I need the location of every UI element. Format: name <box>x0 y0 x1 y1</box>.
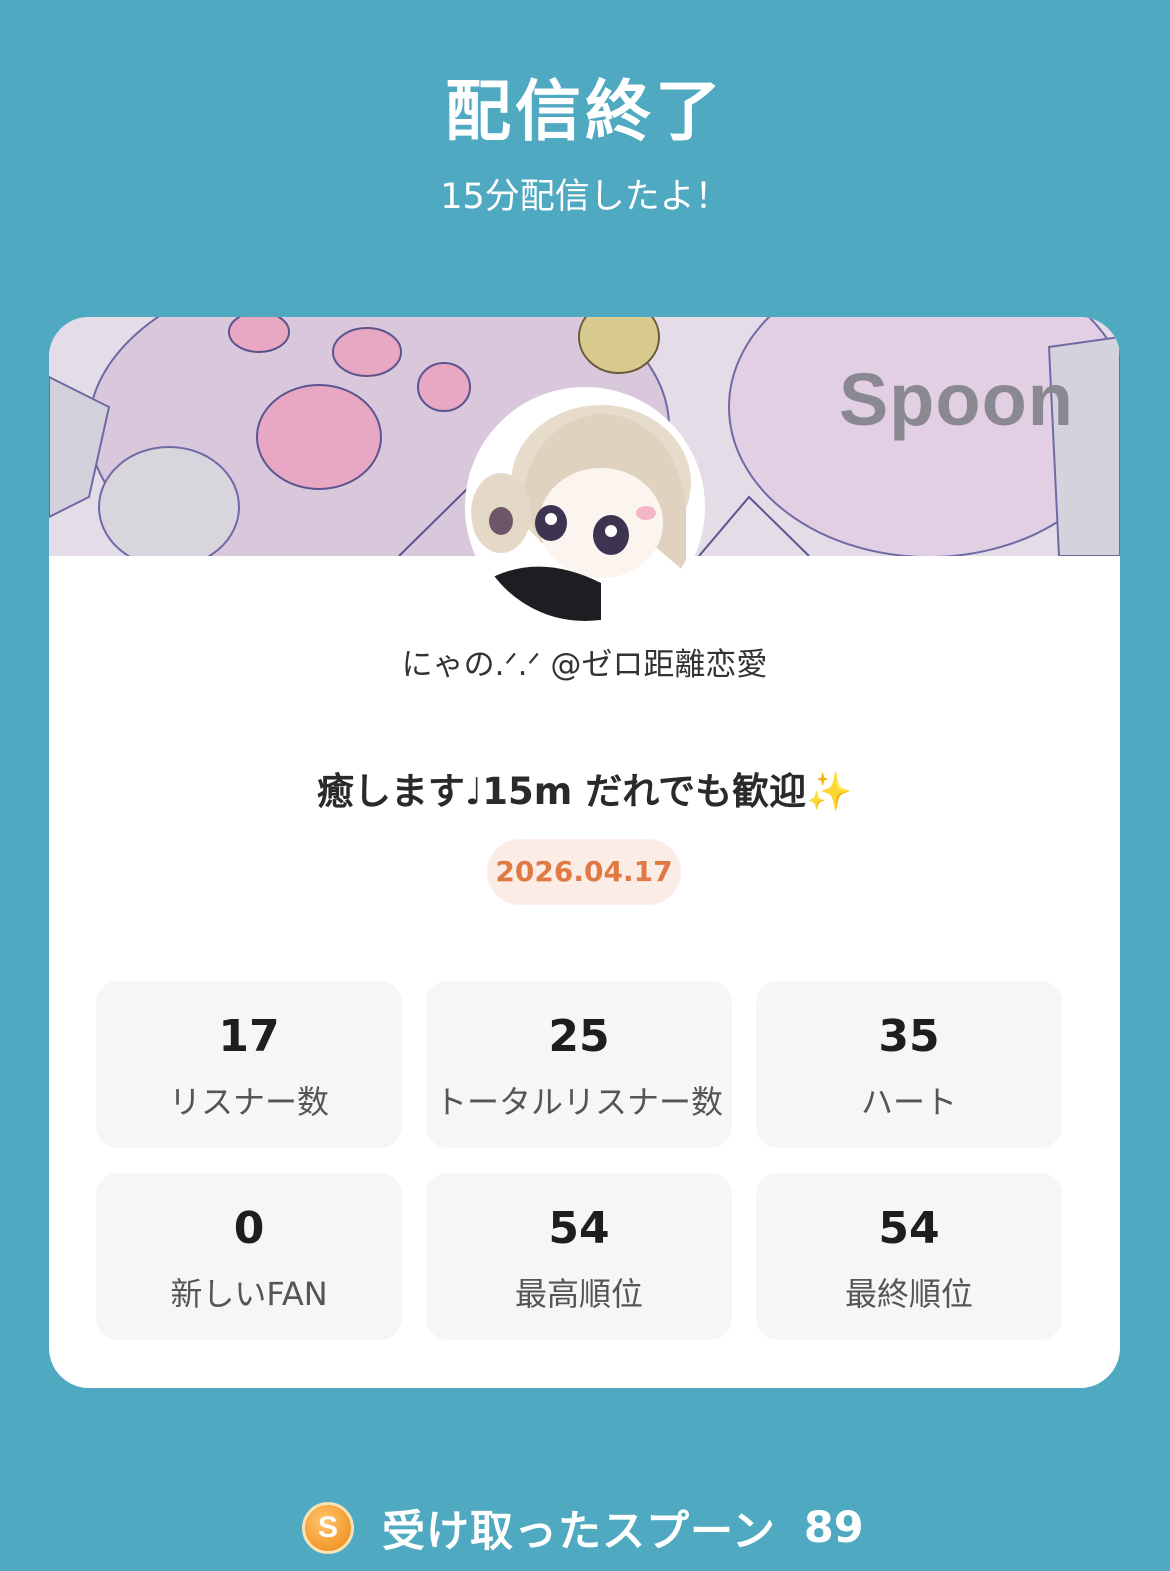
stat-label: 最高順位 <box>514 1275 643 1313</box>
date-badge: 2026.04.17 <box>487 839 681 905</box>
stat-value: 35 <box>878 1011 940 1062</box>
stat-label: 新しいFAN <box>170 1275 328 1313</box>
stream-title: 癒します♩15m だれでも歓迎✨ <box>316 770 853 813</box>
page-title: 配信終了 <box>445 73 725 150</box>
spoon-logo: Spoon <box>838 358 1074 441</box>
stat-label: トータルリスナー数 <box>434 1083 723 1121</box>
avatar-illustration <box>471 393 699 621</box>
stat-new-fans: 0 新しいFAN <box>96 1173 402 1340</box>
received-spoons: S 受け取ったスプーン 89 <box>302 1500 864 1557</box>
stat-final-rank: 54 最終順位 <box>756 1173 1062 1340</box>
avatar[interactable] <box>465 387 705 627</box>
stat-value: 0 <box>233 1203 265 1254</box>
stat-listeners: 17 リスナー数 <box>96 981 402 1148</box>
broadcast-summary-card: Spoon にゃの.ᐟ.ᐟ @ゼロ距離恋愛 癒します♩15m だれでも歓迎✨ 2… <box>49 317 1120 1388</box>
spoon-coin-icon: S <box>302 1502 354 1554</box>
stat-value: 17 <box>218 1011 280 1062</box>
received-spoons-label: 受け取ったスプーン <box>382 1507 776 1557</box>
stat-label: 最終順位 <box>844 1275 973 1313</box>
received-spoons-count: 89 <box>803 1503 864 1553</box>
broadcaster-name: にゃの.ᐟ.ᐟ @ゼロ距離恋愛 <box>401 647 768 683</box>
stat-value: 25 <box>548 1011 610 1062</box>
stat-value: 54 <box>878 1203 940 1254</box>
duration-subtitle: 15分配信したよ！ <box>440 177 730 217</box>
stat-total-listeners: 25 トータルリスナー数 <box>426 981 732 1148</box>
stat-highest-rank: 54 最高順位 <box>426 1173 732 1340</box>
stat-label: リスナー数 <box>168 1083 329 1121</box>
stat-value: 54 <box>548 1203 610 1254</box>
stat-label: ハート <box>860 1083 957 1121</box>
stat-hearts: 35 ハート <box>756 981 1062 1148</box>
